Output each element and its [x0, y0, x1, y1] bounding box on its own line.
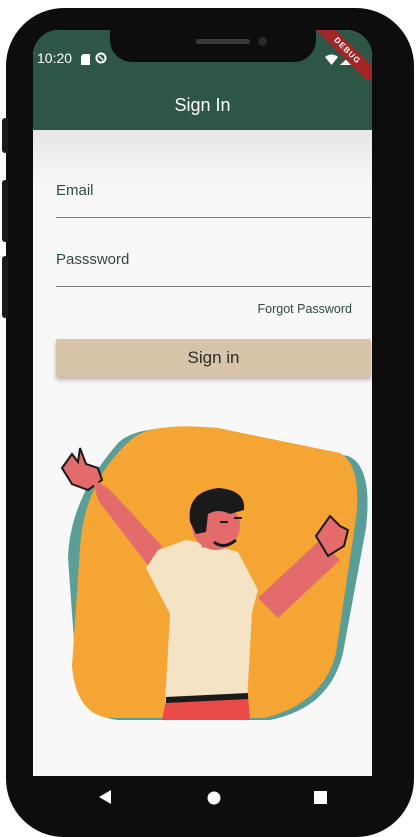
page-title: Sign In [174, 94, 231, 115]
sim-card-icon [81, 52, 90, 70]
email-field[interactable]: Email [56, 182, 371, 218]
status-bar: 10:20 DEBUG [33, 30, 372, 95]
phone-side-button [2, 118, 8, 153]
app-bar-shadow [33, 130, 372, 185]
sync-icon [95, 51, 107, 69]
status-time: 10:20 [37, 50, 73, 66]
back-icon[interactable] [99, 790, 111, 809]
system-nav-bar [33, 776, 372, 824]
sign-in-button[interactable]: Sign in [56, 339, 371, 377]
email-placeholder: Email [56, 182, 94, 199]
app-bar: Sign In [33, 80, 372, 130]
happy-person-illustration [60, 426, 368, 720]
camera-notch [110, 30, 316, 62]
speaker-grille [196, 39, 250, 44]
password-field[interactable]: Passsword [56, 251, 371, 287]
wifi-icon [325, 52, 338, 70]
screen: 10:20 DEBUG Sign In Email Passsword Forg… [33, 30, 372, 819]
forgot-password-link[interactable]: Forgot Password [258, 302, 352, 316]
home-icon[interactable] [207, 791, 221, 810]
recents-icon[interactable] [314, 791, 327, 809]
front-camera [258, 37, 267, 46]
phone-volume-down [2, 256, 8, 318]
password-placeholder: Passsword [56, 251, 130, 268]
phone-volume-up [2, 180, 8, 242]
